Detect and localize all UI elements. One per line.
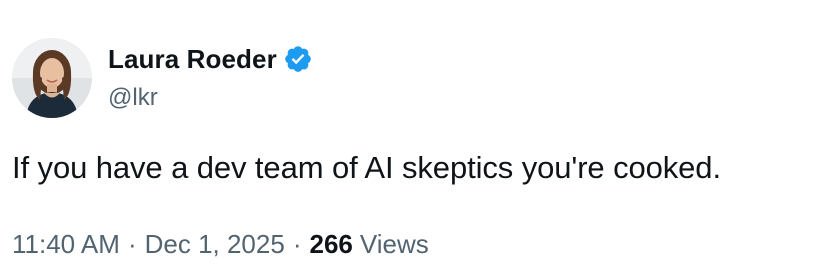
avatar-photo-icon bbox=[12, 38, 92, 118]
author-avatar[interactable] bbox=[12, 38, 92, 118]
tweet-text: If you have a dev team of AI skeptics yo… bbox=[12, 150, 721, 185]
author-display-name[interactable]: Laura Roeder bbox=[108, 44, 277, 75]
views-label: Views bbox=[359, 229, 429, 259]
tweet-date[interactable]: Dec 1, 2025 bbox=[145, 229, 285, 260]
tweet-card: Laura Roeder @lkr If you have a dev team… bbox=[0, 0, 820, 280]
views-count: 266 bbox=[309, 229, 353, 259]
tweet-meta: 11:40 AM · Dec 1, 2025 · 266 Views bbox=[12, 229, 429, 260]
author-name-row: Laura Roeder bbox=[108, 42, 313, 76]
meta-separator: · bbox=[127, 229, 137, 259]
tweet-time[interactable]: 11:40 AM bbox=[12, 229, 120, 260]
verified-badge-icon[interactable] bbox=[283, 44, 313, 74]
meta-separator: · bbox=[292, 229, 302, 259]
author-handle[interactable]: @lkr bbox=[108, 84, 158, 112]
